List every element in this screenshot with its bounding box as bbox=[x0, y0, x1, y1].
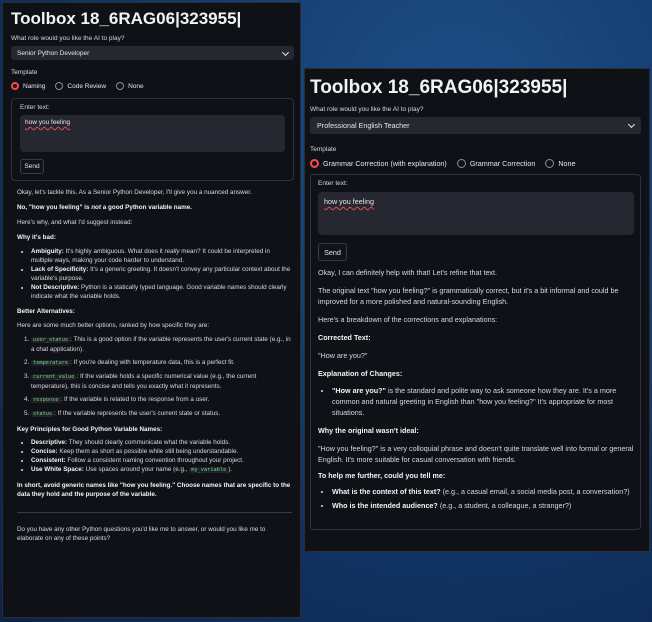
enter-text-label: Enter text: bbox=[318, 180, 348, 187]
list-item: What is the context of this text? (e.g.,… bbox=[332, 486, 634, 497]
text-input[interactable]: how you feeling bbox=[318, 192, 634, 235]
input-form: Enter text: how you feeling Send bbox=[11, 98, 294, 181]
role-label: What role would you like the AI to play? bbox=[310, 106, 424, 113]
verdict: No, "how you feeling" is not a good Pyth… bbox=[17, 204, 192, 211]
why-bad-list: Ambiguity: It's highly ambiguous. What d… bbox=[17, 247, 292, 301]
list-item: Ambiguity: It's highly ambiguous. What d… bbox=[31, 247, 292, 265]
alternatives-list: user_status: This is a good option if th… bbox=[17, 335, 292, 419]
input-form: Enter text: how you feeling Send Okay, I… bbox=[310, 174, 641, 530]
better-heading: Better Alternatives: bbox=[17, 308, 75, 315]
template-option-grammar-correction[interactable]: Grammar Correction bbox=[456, 159, 535, 168]
text-input[interactable]: how you feeling bbox=[20, 115, 285, 152]
help-heading: To help me further, could you tell me: bbox=[318, 471, 446, 480]
list-item: response: If the variable is related to … bbox=[31, 395, 292, 405]
list-item: Consistent: Follow a consistent naming c… bbox=[31, 456, 292, 465]
response-intro: Okay, I can definitely help with that! L… bbox=[318, 268, 498, 277]
response-intro: Okay, let's tackle this. As a Senior Pyt… bbox=[17, 189, 252, 196]
template-option-none[interactable]: None bbox=[545, 159, 576, 168]
enter-text-label: Enter text: bbox=[20, 104, 50, 111]
template-radio-group: Naming Code Review None bbox=[11, 82, 300, 90]
better-intro: Here are some much better options, ranke… bbox=[17, 322, 210, 329]
principles-heading: Key Principles for Good Python Variable … bbox=[17, 426, 163, 433]
summary: In short, avoid generic names like "how … bbox=[17, 482, 291, 498]
role-select-value: Senior Python Developer bbox=[17, 49, 90, 57]
principles-list: Descriptive: They should clearly communi… bbox=[17, 438, 292, 475]
template-label: Template bbox=[11, 69, 38, 76]
left-app-window: Toolbox 18_6RAG06|323955| What role woul… bbox=[2, 2, 301, 618]
list-item: user_status: This is a good option if th… bbox=[31, 335, 292, 354]
radio-icon bbox=[545, 159, 555, 168]
role-select[interactable]: Senior Python Developer bbox=[11, 46, 294, 60]
app-title: Toolbox 18_6RAG06|323955| bbox=[11, 9, 242, 28]
template-label: Template bbox=[310, 146, 337, 153]
send-button[interactable]: Send bbox=[20, 159, 44, 174]
app-title: Toolbox 18_6RAG06|323955| bbox=[310, 77, 568, 98]
list-item: Lack of Specificity: It's a generic gree… bbox=[31, 265, 292, 283]
why-heading: Why the original wasn't ideal: bbox=[318, 426, 419, 435]
list-item: Concise: Keep them as short as possible … bbox=[31, 447, 292, 456]
chevron-down-icon bbox=[627, 120, 636, 129]
why-bad-heading: Why it's bad: bbox=[17, 234, 56, 241]
send-button[interactable]: Send bbox=[318, 243, 347, 261]
template-option-naming[interactable]: Naming bbox=[11, 82, 45, 90]
list-item: current_value: If the variable holds a s… bbox=[31, 372, 292, 391]
why-line: Here's why, and what I'd suggest instead… bbox=[17, 219, 133, 226]
list-item: "How are you?" is the standard and polit… bbox=[332, 385, 634, 418]
corrected-heading: Corrected Text: bbox=[318, 333, 371, 342]
list-item: Use White Space: Use spaces around your … bbox=[31, 465, 292, 475]
template-option-none[interactable]: None bbox=[116, 82, 144, 90]
corrected-text: "How are you?" bbox=[318, 351, 368, 360]
breakdown-line: Here's a breakdown of the corrections an… bbox=[318, 315, 498, 324]
template-option-grammar-correction-explanation[interactable]: Grammar Correction (with explanation) bbox=[310, 159, 447, 168]
explanation-heading: Explanation of Changes: bbox=[318, 369, 403, 378]
template-option-code-review[interactable]: Code Review bbox=[55, 82, 106, 90]
closing-question: Do you have any other Python questions y… bbox=[17, 526, 266, 542]
role-label: What role would you like the AI to play? bbox=[11, 35, 125, 42]
radio-icon bbox=[116, 82, 125, 90]
response-area: Okay, I can definitely help with that! L… bbox=[318, 267, 634, 511]
radio-selected-icon bbox=[11, 82, 19, 90]
role-select[interactable]: Professional English Teacher bbox=[310, 117, 641, 134]
list-item: temperature: If you're dealing with temp… bbox=[31, 358, 292, 368]
explanation-list: "How are you?" is the standard and polit… bbox=[318, 385, 634, 418]
original-note: The original text "how you feeling?" is … bbox=[318, 286, 619, 306]
list-item: Not Descriptive: Python is a statically … bbox=[31, 283, 292, 301]
divider bbox=[17, 512, 292, 513]
list-item: Descriptive: They should clearly communi… bbox=[31, 438, 292, 447]
right-app-window: Toolbox 18_6RAG06|323955| What role woul… bbox=[304, 68, 650, 552]
list-item: status: If the variable represents the u… bbox=[31, 409, 292, 419]
list-item: Who is the intended audience? (e.g., a s… bbox=[332, 500, 634, 511]
questions-list: What is the context of this text? (e.g.,… bbox=[318, 486, 634, 511]
response-area: Okay, let's tackle this. As a Senior Pyt… bbox=[3, 181, 300, 543]
radio-icon bbox=[456, 159, 466, 168]
why-text: "How you feeling?" is a very colloquial … bbox=[318, 444, 634, 464]
radio-selected-icon bbox=[310, 159, 319, 168]
role-select-value: Professional English Teacher bbox=[317, 121, 410, 130]
radio-icon bbox=[55, 82, 64, 90]
template-radio-group: Grammar Correction (with explanation) Gr… bbox=[310, 159, 649, 168]
chevron-down-icon bbox=[281, 48, 290, 56]
